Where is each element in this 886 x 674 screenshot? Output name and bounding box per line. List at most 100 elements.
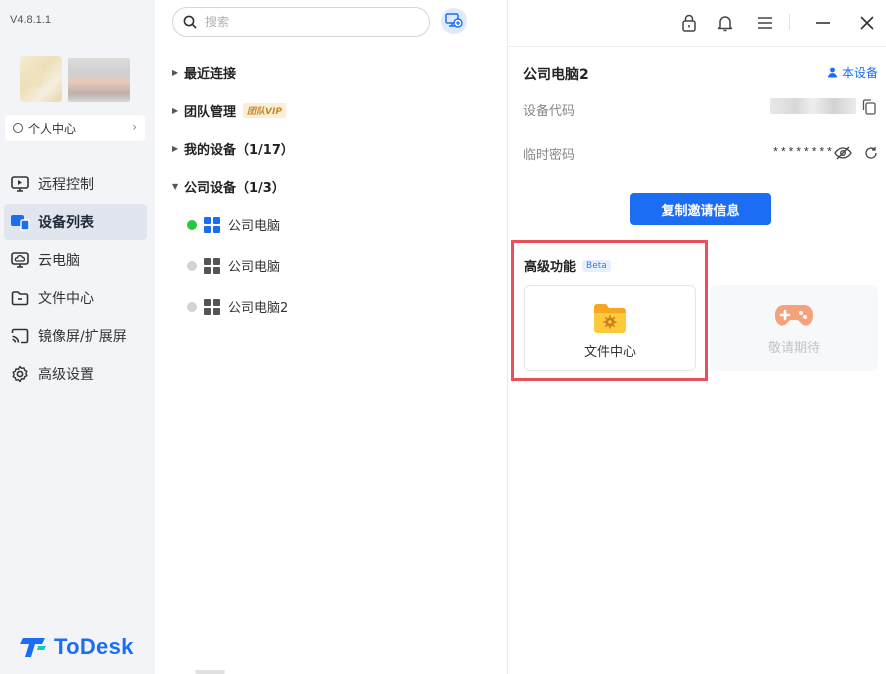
group-label: 我的设备（1/17） [184, 143, 294, 158]
close-button[interactable] [856, 12, 878, 34]
team-vip-badge: 团队VIP [243, 103, 286, 118]
group-label: 团队管理 [184, 105, 237, 120]
windows-icon [204, 298, 220, 315]
selected-device-name: 公司电脑2 [523, 67, 589, 83]
monitor-icon [10, 174, 30, 194]
caret-right-icon: ▶ [172, 68, 179, 77]
lock-button[interactable] [678, 12, 700, 34]
device-detail-panel: 公司电脑2 本设备 设备代码 临时密码 ******** 复制邀请信息 高级功能… [508, 0, 886, 674]
beta-badge: Beta [582, 259, 611, 272]
minimize-icon [816, 22, 830, 24]
feature-card-coming-soon: 敬请期待 [710, 285, 878, 371]
user-icon [13, 123, 23, 133]
sidebar-item-label: 文件中心 [38, 291, 94, 307]
todesk-window: V4.8.1.1 个人中心 › 远程控制 设备列表 云电脑 文件中心 镜像屏/扩… [0, 0, 886, 674]
group-my-devices[interactable]: ▶ 我的设备（1/17） [172, 139, 294, 158]
device-list-panel: ▶ 最近连接 ▶ 团队管理 团队VIP ▶ 我的设备（1/17） ▼ 公司设备（… [155, 0, 508, 674]
sidebar-nav: 远程控制 设备列表 云电脑 文件中心 镜像屏/扩展屏 高级设置 [4, 166, 147, 394]
brand-name: ToDesk [54, 634, 134, 659]
group-label: 最近连接 [184, 67, 237, 82]
sidebar-item-advanced-settings[interactable]: 高级设置 [4, 356, 147, 392]
lock-icon [682, 14, 696, 32]
sidebar: V4.8.1.1 个人中心 › 远程控制 设备列表 云电脑 文件中心 镜像屏/扩… [0, 0, 155, 674]
bell-icon [717, 16, 733, 32]
sidebar-item-label: 高级设置 [38, 367, 94, 383]
sidebar-item-label: 镜像屏/扩展屏 [38, 329, 127, 345]
device-item[interactable]: 公司电脑 [187, 215, 280, 234]
group-company-devices[interactable]: ▼ 公司设备（1/3） [172, 177, 285, 196]
group-label: 公司设备（1/3） [184, 181, 285, 196]
sidebar-item-remote-control[interactable]: 远程控制 [4, 166, 147, 202]
advanced-features-label: 高级功能 [524, 260, 577, 275]
sidebar-item-label: 远程控制 [38, 177, 94, 193]
toggle-password-visibility[interactable] [834, 145, 852, 164]
eye-hidden-icon [834, 146, 852, 160]
copy-icon [862, 99, 876, 115]
temp-password-label: 临时密码 [523, 148, 576, 163]
feature-card-file-center[interactable]: 文件中心 [524, 285, 696, 371]
device-item[interactable]: 公司电脑 [187, 256, 280, 275]
search-icon [183, 15, 197, 29]
sidebar-item-label: 云电脑 [38, 253, 80, 269]
device-item[interactable]: 公司电脑2 [187, 297, 288, 316]
sidebar-item-device-list[interactable]: 设备列表 [4, 204, 147, 240]
search-box[interactable] [172, 7, 430, 37]
close-icon [860, 16, 874, 30]
add-device-button[interactable] [441, 8, 467, 34]
offline-status-dot [187, 260, 197, 271]
gamepad-icon [775, 305, 813, 326]
folder-icon [10, 288, 30, 308]
username-blurred [68, 58, 130, 102]
cloud-pc-icon [10, 250, 30, 270]
online-status-dot [187, 219, 197, 230]
hamburger-menu-icon [758, 17, 772, 29]
advanced-features-title: 高级功能 Beta [524, 256, 611, 275]
menu-button[interactable] [754, 12, 776, 34]
temp-password-value: ******** [772, 146, 834, 160]
search-input[interactable] [205, 15, 405, 29]
refresh-icon [865, 147, 877, 159]
sidebar-item-label: 设备列表 [38, 215, 94, 231]
titlebar-divider [789, 14, 790, 30]
windows-icon [204, 257, 220, 274]
caret-down-icon: ▼ [172, 182, 179, 191]
group-recent-connections[interactable]: ▶ 最近连接 [172, 63, 236, 82]
copy-code-button[interactable] [862, 99, 876, 119]
this-device-link[interactable]: 本设备 [827, 64, 878, 81]
personal-center-button[interactable]: 个人中心 › [5, 115, 145, 141]
group-team-management[interactable]: ▶ 团队管理 团队VIP [172, 101, 286, 120]
device-code-label: 设备代码 [523, 104, 576, 119]
person-icon [827, 67, 837, 78]
sidebar-item-cloud-pc[interactable]: 云电脑 [4, 242, 147, 278]
add-device-icon [445, 13, 463, 28]
minimize-button[interactable] [812, 12, 834, 34]
device-code-blurred [770, 98, 856, 114]
todesk-logo-icon [20, 638, 46, 657]
avatar[interactable] [20, 56, 62, 102]
gear-icon [10, 364, 30, 384]
topbar-divider [508, 46, 886, 47]
sidebar-item-file-center[interactable]: 文件中心 [4, 280, 147, 316]
todesk-logo: ToDesk [20, 634, 134, 660]
device-name: 公司电脑 [228, 260, 281, 275]
caret-right-icon: ▶ [172, 144, 179, 153]
device-list-icon [10, 212, 30, 232]
notification-button[interactable] [714, 12, 736, 34]
feature-label: 文件中心 [583, 345, 636, 360]
this-device-label: 本设备 [841, 66, 878, 80]
chevron-right-icon: › [132, 120, 137, 134]
device-name: 公司电脑 [228, 219, 281, 234]
cast-icon [10, 326, 30, 346]
copy-invite-button[interactable]: 复制邀请信息 [630, 193, 771, 225]
sidebar-item-mirror-screen[interactable]: 镜像屏/扩展屏 [4, 318, 147, 354]
folder-gear-icon [594, 304, 626, 333]
scrollbar[interactable] [195, 670, 225, 674]
device-name: 公司电脑2 [228, 301, 289, 316]
personal-center-label: 个人中心 [28, 121, 77, 136]
windows-icon [204, 216, 220, 233]
refresh-password-button[interactable] [864, 145, 878, 164]
caret-right-icon: ▶ [172, 106, 179, 115]
version-label: V4.8.1.1 [10, 14, 51, 26]
offline-status-dot [187, 301, 197, 312]
feature-label: 敬请期待 [767, 341, 820, 356]
